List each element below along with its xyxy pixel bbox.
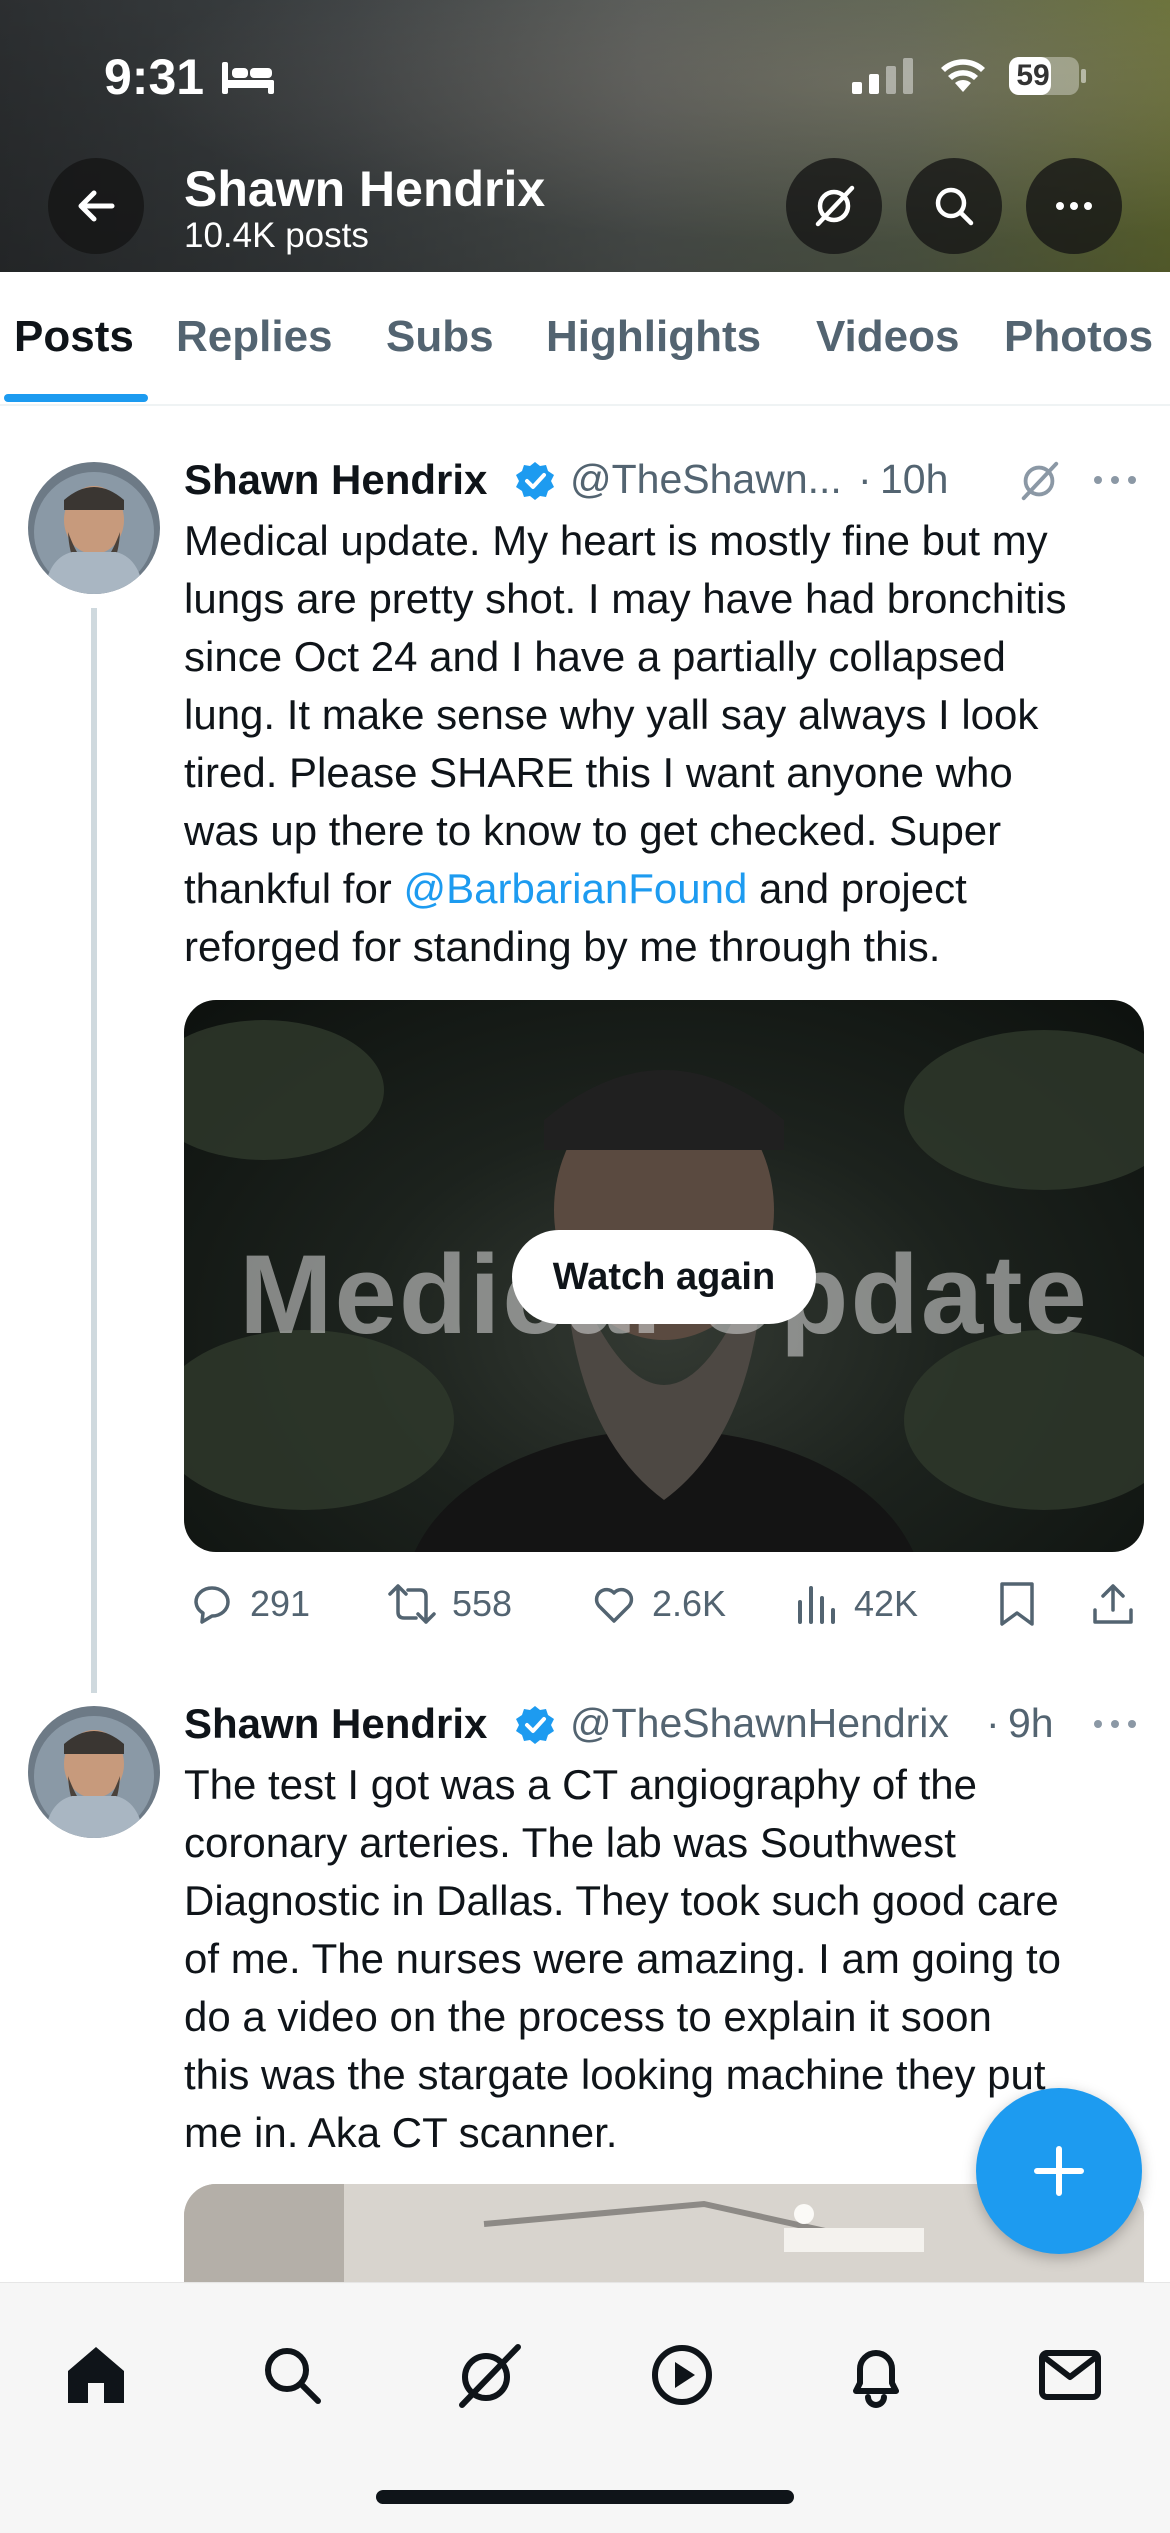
profile-tabs: Posts Replies Subs Highlights Videos Pho… [0,272,1170,406]
post-text-fragment: and project [747,865,967,912]
avatar-image [28,462,160,594]
header-title: Shawn Hendrix [184,161,546,217]
nav-home[interactable] [56,2335,136,2415]
cellular-signal-icon [852,58,913,94]
more-icon[interactable] [1092,470,1138,490]
search-icon [935,187,974,226]
tab-posts[interactable]: Posts [14,312,134,362]
verified-badge-icon [516,462,554,500]
sleep-focus-icon [222,62,274,94]
compose-button[interactable] [976,2088,1142,2254]
post-text-line: lung. It make sense why yall say always … [184,691,1039,738]
post-timestamp[interactable]: 10h [880,456,948,503]
reply-count: 291 [250,1583,311,1624]
like-button[interactable]: 2.6K [590,1580,726,1628]
mention-link[interactable]: @BarbarianFound [403,865,747,912]
nav-messages[interactable] [1030,2335,1110,2415]
arrow-left-icon [78,190,115,222]
post-text-line: The test I got was a CT angiography of t… [184,1761,978,1808]
nav-video[interactable] [642,2335,722,2415]
thread-line [91,608,97,1693]
post-text: Medical update. My heart is mostly fine … [184,512,1144,976]
battery-percent: 59 [1016,59,1050,92]
search-icon [265,2348,321,2404]
separator-dot: · [858,456,872,502]
tab-highlights[interactable]: Highlights [546,312,761,362]
post-text-line: Diagnostic in Dallas. They took such goo… [184,1877,1059,1924]
grok-icon [815,185,855,227]
tab-subs[interactable]: Subs [386,312,494,362]
back-button[interactable] [48,158,144,254]
verified-badge-icon [516,1706,554,1744]
active-tab-indicator [4,394,148,402]
post-text-line: coronary arteries. The lab was Southwest [184,1819,956,1866]
reply-icon [194,1586,230,1624]
repost-icon [388,1584,436,1624]
repost-button[interactable]: 558 [386,1580,512,1628]
bookmark-button[interactable] [996,1580,1038,1628]
more-icon[interactable] [1092,1714,1138,1734]
views-icon [798,1586,835,1624]
nav-explore[interactable] [252,2335,332,2415]
tab-photos[interactable]: Photos [1004,312,1153,362]
heart-icon [594,1587,634,1623]
views-button[interactable]: 42K [796,1580,918,1628]
watch-again-button[interactable]: Watch again [512,1230,816,1324]
mail-icon [1039,2350,1101,2400]
post-text: The test I got was a CT angiography of t… [184,1756,1144,2162]
post-text-line: thankful for @BarbarianFound and project [184,860,1144,918]
wifi-icon [941,59,985,92]
post-author-handle[interactable]: @TheShawnHendrix [570,1700,949,1747]
post-author-handle[interactable]: @TheShawn... [570,456,842,503]
play-icon [652,2345,712,2405]
post-text-line: tired. Please SHARE this I want anyone w… [184,749,1013,796]
grok-icon [459,2344,521,2408]
post-text-line: of me. The nurses were amazing. I am goi… [184,1935,1061,1982]
avatar[interactable] [28,462,160,594]
post-timestamp[interactable]: 9h [1008,1700,1054,1747]
share-icon [1093,1584,1133,1624]
post-text-line: lungs are pretty shot. I may have had br… [184,575,1067,622]
bookmark-icon [1000,1582,1034,1626]
avatar-image [28,1706,160,1838]
tab-videos[interactable]: Videos [816,312,959,362]
post-author-name[interactable]: Shawn Hendrix [184,1700,487,1748]
nav-notifications[interactable] [836,2335,916,2415]
separator-dot: · [986,1700,1000,1746]
home-indicator[interactable] [376,2490,794,2504]
post-text-line: reforged for standing by me through this… [184,923,941,970]
header-post-count: 10.4K posts [184,216,369,255]
grok-icon[interactable] [1016,458,1062,504]
post-text-fragment: thankful for [184,865,404,912]
more-icon [1056,202,1092,210]
post-text-line: since Oct 24 and I have a partially coll… [184,633,1006,680]
home-icon [68,2347,124,2403]
profile-banner: 9:31 59 Shawn Hendrix 10.4K posts [0,0,1170,272]
more-options-button[interactable] [1026,158,1122,254]
avatar[interactable] [28,1706,160,1838]
post-text-line: was up there to know to get checked. Sup… [184,807,1002,854]
post-author-name[interactable]: Shawn Hendrix [184,456,487,504]
view-count: 42K [854,1583,919,1624]
status-time: 9:31 [104,49,205,105]
plus-icon [1034,2146,1084,2196]
post-text-line: Medical update. My heart is mostly fine … [184,517,1048,564]
post-text-line: this was the stargate looking machine th… [184,2051,1046,2098]
grok-button[interactable] [786,158,882,254]
search-button[interactable] [906,158,1002,254]
nav-grok[interactable] [448,2335,528,2415]
like-count: 2.6K [652,1583,727,1624]
share-button[interactable] [1090,1580,1136,1628]
post-text-line: do a video on the process to explain it … [184,1993,992,2040]
video-player[interactable]: Medical Update Watch again [184,1000,1144,1552]
tab-replies[interactable]: Replies [176,312,333,362]
reply-button[interactable]: 291 [188,1580,310,1628]
repost-count: 558 [452,1583,513,1624]
bell-icon [853,2350,899,2408]
